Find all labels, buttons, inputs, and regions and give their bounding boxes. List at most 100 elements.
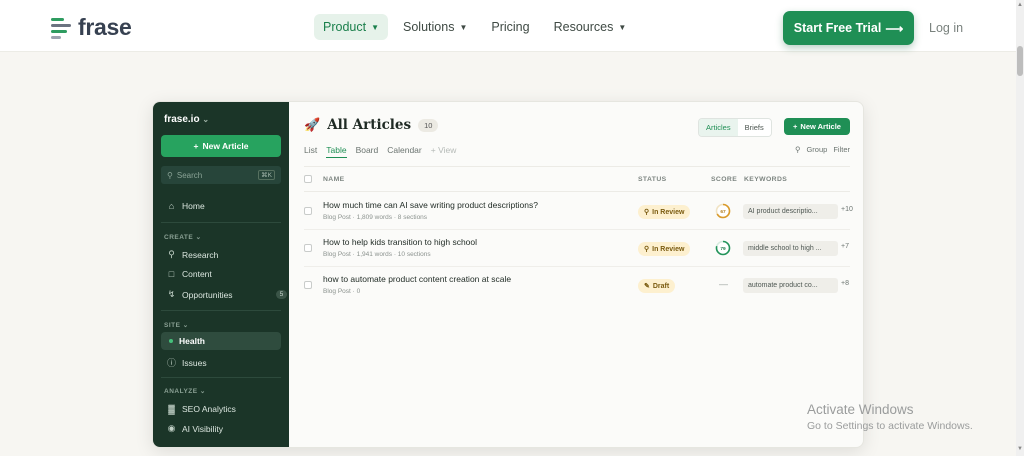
more-keywords-count[interactable]: +8	[841, 280, 849, 287]
score-value: 67	[720, 209, 726, 215]
toggle-articles[interactable]: Articles	[699, 119, 738, 136]
scroll-up-icon[interactable]: ▲	[1017, 2, 1023, 8]
section-label: SITE	[164, 322, 181, 329]
nav-item-pricing[interactable]: Pricing	[482, 14, 538, 40]
windows-activation-watermark: Activate Windows Go to Settings to activ…	[807, 402, 973, 432]
keyword-chip[interactable]: middle school to high ...	[743, 241, 838, 256]
scroll-down-icon[interactable]: ▼	[1017, 446, 1023, 452]
bar-chart-icon: ▓	[168, 404, 175, 414]
section-analyze[interactable]: ANALYZE ⌄	[164, 387, 206, 395]
search-shortcut: ⌘K	[258, 170, 275, 180]
arrow-right-icon: ⟶	[885, 21, 904, 36]
tab-table[interactable]: Table	[326, 145, 347, 158]
chevron-down-icon: ⌄	[195, 234, 202, 241]
search-placeholder: Search	[176, 170, 203, 180]
keyword-chip[interactable]: AI product descriptio...	[743, 204, 838, 219]
eye-icon: ◉	[167, 423, 176, 433]
section-label: CREATE	[164, 234, 194, 241]
select-all-checkbox[interactable]	[304, 175, 312, 183]
sidebar-item-label: Issues	[182, 357, 207, 368]
tab-list[interactable]: List	[304, 145, 317, 158]
nav-item-resources[interactable]: Resources ▼	[545, 14, 636, 40]
column-status[interactable]: STATUS	[638, 176, 667, 183]
article-meta: Blog Post · 1,941 words · 10 sections	[323, 251, 431, 258]
new-article-button[interactable]: + New Article	[784, 118, 850, 135]
article-title[interactable]: how to automate product content creation…	[323, 274, 511, 284]
page-scrollbar[interactable]: ▲ ▼	[1016, 0, 1024, 456]
table-row[interactable]: how to automate product content creation…	[304, 267, 850, 304]
toggle-briefs[interactable]: Briefs	[737, 119, 771, 136]
article-title[interactable]: How much time can AI save writing produc…	[323, 200, 538, 210]
new-article-label: New Article	[800, 122, 841, 131]
row-checkbox[interactable]	[304, 207, 312, 215]
watermark-title: Activate Windows	[807, 402, 914, 417]
sidebar-item-research[interactable]: ⚲ Research	[167, 249, 218, 260]
tab-calendar[interactable]: Calendar	[387, 145, 422, 158]
start-free-trial-button[interactable]: Start Free Trial ⟶	[783, 11, 914, 45]
group-button[interactable]: Group	[806, 145, 827, 154]
nav-item-solutions[interactable]: Solutions ▼	[394, 14, 476, 40]
page-title-text: All Articles	[327, 117, 412, 133]
column-score[interactable]: SCORE	[711, 176, 737, 183]
article-meta: Blog Post · 0	[323, 288, 361, 295]
status-badge[interactable]: ⚲ In Review	[638, 205, 691, 219]
login-link[interactable]: Log in	[929, 21, 963, 35]
more-keywords-count[interactable]: +10	[841, 206, 853, 213]
row-checkbox[interactable]	[304, 244, 312, 252]
nav-item-label: Product	[323, 20, 367, 34]
main-menu: Product ▼ Solutions ▼ Pricing Resources …	[314, 14, 635, 40]
sidebar-item-ai-visibility[interactable]: ◉ AI Visibility	[167, 423, 223, 434]
tab-board[interactable]: Board	[356, 145, 379, 158]
chevron-down-icon: ⌄	[202, 115, 210, 124]
sidebar-new-article-button[interactable]: + New Article	[161, 135, 281, 157]
nav-item-product[interactable]: Product ▼	[314, 14, 389, 40]
sidebar-item-opportunities[interactable]: ↯ Opportunities 5	[167, 289, 288, 300]
active-dot-icon	[169, 339, 173, 343]
article-count-badge: 10	[418, 118, 439, 132]
article-meta: Blog Post · 1,809 words · 8 sections	[323, 214, 428, 221]
top-navigation: frase Product ▼ Solutions ▼ Pricing Reso…	[0, 0, 1016, 52]
watermark-subtitle: Go to Settings to activate Windows.	[807, 420, 973, 432]
nav-item-label: Resources	[553, 20, 614, 34]
new-article-label: New Article	[202, 141, 249, 151]
search-icon: ⚲	[644, 246, 650, 253]
page-title: 🚀 All Articles 10	[304, 117, 439, 133]
sidebar-item-label: Research	[182, 249, 219, 260]
scrollbar-thumb[interactable]	[1017, 46, 1023, 76]
add-view-button[interactable]: + View	[431, 145, 457, 158]
sidebar-item-health[interactable]: Health	[161, 332, 281, 350]
status-badge[interactable]: ✎ Draft	[638, 279, 676, 293]
row-checkbox[interactable]	[304, 281, 312, 289]
sidebar-search-input[interactable]: ⚲ Search ⌘K	[161, 166, 281, 184]
sidebar-divider	[161, 377, 281, 378]
sidebar-item-seo-analytics[interactable]: ▓ SEO Analytics	[167, 404, 236, 414]
brand-name: frase	[78, 14, 132, 40]
status-badge[interactable]: ⚲ In Review	[638, 242, 691, 256]
sidebar-item-content[interactable]: □ Content	[167, 269, 212, 279]
articles-briefs-toggle: Articles Briefs	[698, 118, 772, 137]
column-name[interactable]: NAME	[323, 176, 345, 183]
rocket-icon: 🚀	[304, 117, 321, 132]
table-row[interactable]: How to help kids transition to high scho…	[304, 230, 850, 267]
lightning-icon: ↯	[167, 289, 176, 299]
article-title[interactable]: How to help kids transition to high scho…	[323, 237, 477, 247]
keyword-chip[interactable]: automate product co...	[743, 278, 838, 293]
table-toolbar: ⚲ Group Filter	[795, 145, 850, 154]
section-site[interactable]: SITE ⌄	[164, 321, 189, 329]
sidebar-item-issues[interactable]: ⓘ Issues	[167, 356, 207, 369]
table-row[interactable]: How much time can AI save writing produc…	[304, 193, 853, 230]
column-keywords[interactable]: KEYWORDS	[744, 176, 787, 183]
sidebar-item-label: Opportunities	[182, 289, 233, 300]
search-icon: ⚲	[167, 170, 173, 180]
plus-icon: +	[193, 141, 199, 151]
alert-icon: ⓘ	[167, 358, 177, 368]
more-keywords-count[interactable]: +7	[841, 243, 849, 250]
workspace-switcher[interactable]: frase.io ⌄	[164, 114, 209, 125]
status-label: In Review	[652, 245, 685, 253]
search-icon[interactable]: ⚲	[795, 145, 801, 154]
frase-logo[interactable]: frase	[51, 14, 132, 41]
section-create[interactable]: CREATE ⌄	[164, 233, 202, 241]
filter-button[interactable]: Filter	[833, 145, 850, 154]
sidebar-item-home[interactable]: ⌂ Home	[167, 201, 205, 211]
sidebar-item-label: SEO Analytics	[182, 404, 236, 414]
